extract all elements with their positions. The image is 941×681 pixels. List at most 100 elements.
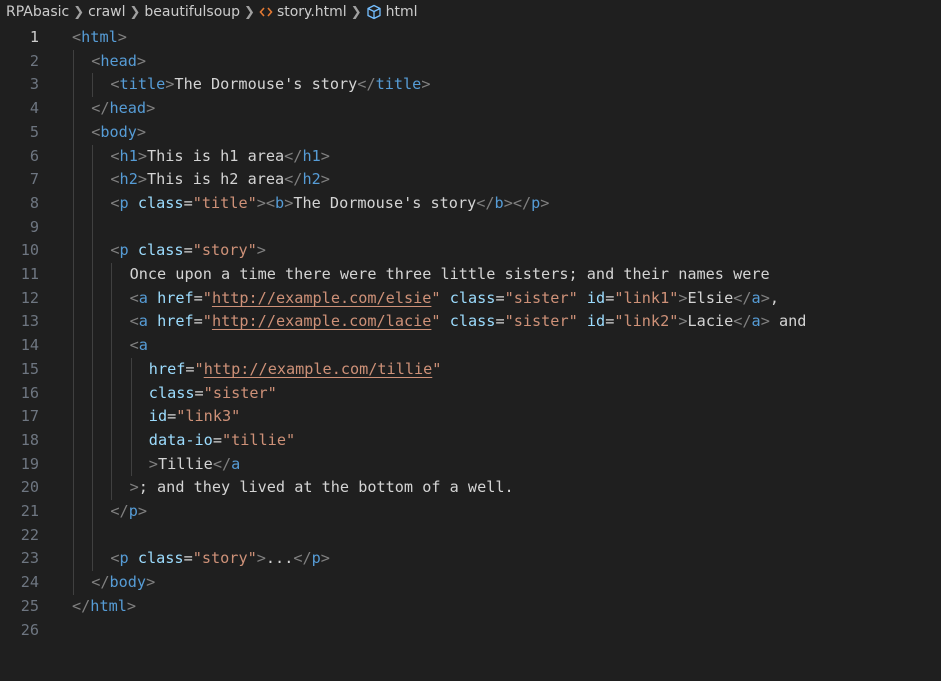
- code-token: a: [138, 312, 148, 331]
- code-token: h1: [119, 146, 138, 165]
- code-text: id="link3": [149, 405, 240, 429]
- line-number: 19: [20, 454, 39, 473]
- code-text: <title>The Dormouse's story</title>: [110, 73, 430, 97]
- code-token: >: [256, 241, 266, 260]
- code-text: </html>: [72, 595, 136, 619]
- breadcrumb-item-rpabasic[interactable]: RPAbasic: [6, 4, 69, 20]
- code-token: "sister": [203, 383, 277, 402]
- code-token: p: [119, 241, 129, 260]
- code-token: </: [212, 454, 232, 473]
- code-token: >: [320, 170, 330, 189]
- code-text: <a href="http://example.com/elsie" class…: [130, 287, 779, 311]
- code-token: p: [311, 549, 321, 568]
- code-token: >: [256, 549, 266, 568]
- code-token: class: [137, 193, 184, 212]
- code-token: =: [193, 288, 203, 307]
- code-text: >; and they lived at the bottom of a wel…: [130, 476, 514, 500]
- code-token: </: [91, 99, 110, 118]
- code-token: </: [284, 170, 303, 189]
- code-token: >: [540, 193, 550, 212]
- line-number: 3: [29, 75, 39, 94]
- code-token: <: [110, 146, 120, 165]
- code-token: </: [72, 596, 91, 615]
- indent-guide: [92, 144, 94, 572]
- code-token: p: [119, 549, 129, 568]
- code-token: </: [357, 75, 376, 94]
- url-link[interactable]: http://example.com/tillie: [204, 360, 433, 378]
- code-token: =: [605, 288, 615, 307]
- code-token: This is h2 area: [147, 170, 285, 189]
- code-token: h1: [302, 146, 321, 165]
- code-token: body: [109, 573, 147, 592]
- code-token: "story": [192, 241, 257, 260]
- code-token: <: [110, 193, 120, 212]
- code-token: >: [678, 312, 688, 331]
- line-number: 13: [20, 312, 39, 331]
- code-text: <body>: [91, 121, 146, 145]
- code-token: data-io: [148, 430, 213, 449]
- code-text: >Tillie</a: [149, 453, 240, 477]
- breadcrumb-item-story-html[interactable]: story.html: [277, 4, 347, 20]
- code-text: <h2>This is h2 area</h2>: [110, 168, 330, 192]
- line-number: 10: [20, 241, 39, 260]
- code-token: </: [476, 193, 495, 212]
- code-token: </: [733, 312, 752, 331]
- line-number: 14: [20, 336, 39, 355]
- code-token: ": [202, 288, 212, 307]
- chevron-right-icon: ❯: [244, 4, 255, 20]
- code-token: b: [275, 193, 285, 212]
- url-link[interactable]: http://example.com/elsie: [212, 289, 431, 307]
- code-token: =: [605, 312, 615, 331]
- code-token: >: [146, 573, 156, 592]
- line-number: 4: [29, 99, 39, 118]
- chevron-right-icon: ❯: [350, 4, 362, 20]
- line-number: 2: [29, 51, 39, 70]
- code-token: =: [185, 359, 195, 378]
- breadcrumb-item-crawl[interactable]: crawl: [88, 4, 125, 20]
- code-token: >: [137, 502, 147, 520]
- code-editor[interactable]: 1 <html> 2 <head> 3 <title>The Dormouse's sto…: [0, 26, 941, 681]
- code-token: class: [137, 241, 184, 260]
- code-token: Elsie: [687, 288, 734, 307]
- code-token: </: [293, 549, 312, 568]
- code-token: >: [126, 596, 137, 615]
- code-token: href: [157, 288, 194, 307]
- code-token: <: [129, 312, 139, 331]
- code-token: and: [769, 312, 807, 331]
- code-token: ><: [256, 193, 276, 212]
- chevron-right-icon: ❯: [129, 4, 141, 20]
- code-token: "link2": [614, 312, 679, 331]
- code-token: >: [146, 99, 156, 118]
- code-token: ": [194, 359, 204, 378]
- breadcrumb-item-beautifulsoup[interactable]: beautifulsoup: [144, 4, 240, 20]
- code-token: >: [284, 193, 294, 212]
- code-token: </: [91, 573, 110, 592]
- code-token: =: [495, 288, 505, 307]
- code-token: =: [167, 407, 177, 426]
- code-token: title: [375, 75, 422, 94]
- code-token: >: [136, 122, 147, 141]
- code-text: <h1>This is h1 area</h1>: [110, 145, 330, 169]
- code-token: </: [733, 288, 752, 307]
- code-token: href: [148, 359, 186, 378]
- code-text: <p class="story">: [110, 239, 266, 263]
- code-token: >: [129, 478, 139, 497]
- line-number: 20: [20, 478, 39, 497]
- code-token: >: [148, 454, 158, 473]
- code-text: Once upon a time there were three little…: [130, 263, 770, 287]
- code-token: "link1": [614, 288, 679, 307]
- code-text: href="http://example.com/tillie": [149, 358, 442, 382]
- breadcrumb-item-html-element[interactable]: html: [386, 4, 418, 20]
- html-file-icon: [259, 5, 273, 19]
- code-token: <: [91, 122, 101, 141]
- code-token: ": [431, 312, 441, 331]
- code-token: =: [194, 383, 204, 402]
- indent-guide: [111, 263, 113, 500]
- code-token: h2: [302, 170, 321, 189]
- code-token: p: [128, 502, 138, 520]
- url-link[interactable]: http://example.com/lacie: [212, 312, 431, 330]
